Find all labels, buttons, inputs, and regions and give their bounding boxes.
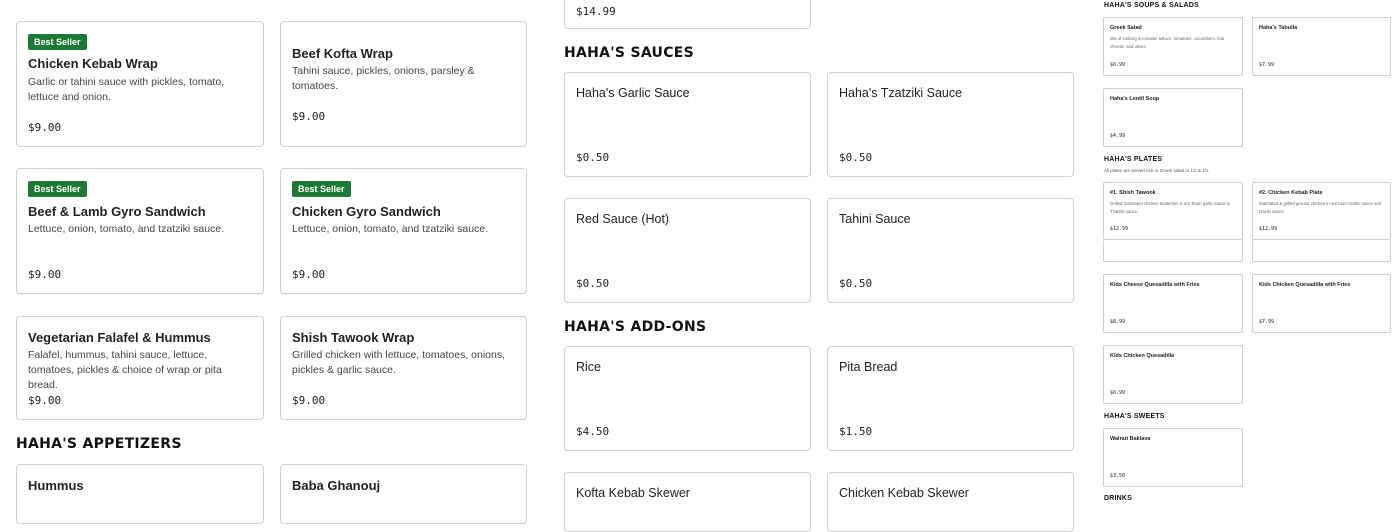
menu-item-card[interactable]: Kofta Kebab Skewer [564, 472, 811, 532]
menu-item-title: Tahini Sauce [839, 212, 911, 226]
menu-item-price: $4.99 [1110, 133, 1126, 139]
menu-item-card[interactable]: $14.99 [564, 0, 811, 29]
menu-item-title: #2. Chicken Kebab Plate [1259, 190, 1323, 196]
menu-item-card[interactable]: Haha's Tabulla $7.99 [1252, 17, 1391, 76]
menu-item-price: $3.50 [1110, 473, 1126, 479]
menu-item-description: Falafel, hummus, tahini sauce, lettuce, … [28, 349, 222, 391]
section-heading-appetizers: HAHA'S APPETIZERS [16, 436, 182, 452]
menu-item-card[interactable]: Pita Bread $1.50 [827, 346, 1074, 451]
best-seller-badge: Best Seller [292, 181, 351, 197]
menu-item-price: $12.99 [1110, 226, 1129, 232]
section-subheading-plates: All plates are served rice or Greek sala… [1104, 168, 1210, 173]
menu-item-price: $14.99 [576, 5, 616, 18]
menu-item-card[interactable]: Vegetarian Falafel & Hummus Falafel, hum… [16, 316, 264, 420]
menu-item-card[interactable]: Baba Ghanouj [280, 464, 527, 524]
menu-item-title: Rice [576, 360, 602, 374]
section-heading-plates: HAHA'S PLATES [1104, 156, 1163, 163]
menu-item-price: $7.99 [1259, 319, 1275, 325]
menu-item-price: $9.00 [292, 110, 326, 123]
menu-item-title: Vegetarian Falafel & Hummus [28, 330, 211, 345]
menu-item-title: Walnut Baklava [1110, 436, 1151, 442]
menu-item-title: Kofta Kebab Skewer [576, 486, 690, 500]
menu-item-price: $9.00 [28, 121, 62, 134]
menu-item-title: Pita Bread [839, 360, 898, 374]
menu-item-card[interactable]: Haha's Garlic Sauce $0.50 [564, 72, 811, 177]
section-heading-drinks: DRINKS [1104, 495, 1133, 502]
menu-item-card[interactable]: Tahini Sauce $0.50 [827, 198, 1074, 303]
menu-item-card[interactable]: Red Sauce (Hot) $0.50 [564, 198, 811, 303]
menu-item-card[interactable]: Beef Kofta Wrap Tahini sauce, pickles, o… [280, 21, 527, 147]
menu-item-title: Beef & Lamb Gyro Sandwich [28, 204, 206, 219]
menu-item-title: Beef Kofta Wrap [292, 46, 393, 61]
menu-item-description: Grilled marinated chicken tenderloin & o… [1110, 201, 1230, 214]
section-heading-sauces: HAHA'S SAUCES [564, 45, 695, 61]
menu-item-card[interactable]: Walnut Baklava $3.50 [1103, 428, 1243, 487]
menu-item-description: Lettuce, onion, tomato, and tzatziki sau… [28, 223, 225, 235]
menu-item-title: Haha's Tabulla [1259, 25, 1298, 31]
menu-item-title: Haha's Garlic Sauce [576, 86, 690, 100]
menu-item-price: $9.00 [28, 268, 62, 281]
menu-item-card[interactable]: Best Seller Beef & Lamb Gyro Sandwich Le… [16, 168, 264, 294]
menu-item-description: Lettuce, onion, tomato, and tzatziki sau… [292, 223, 489, 235]
menu-item-description: Grilled chicken with lettuce, tomatoes, … [292, 349, 506, 376]
menu-item-price: $9.00 [292, 268, 326, 281]
menu-item-price: $4.50 [576, 425, 610, 438]
menu-item-price: $0.50 [839, 277, 873, 290]
menu-item-card[interactable]: Haha's Lentil Soup $4.99 [1103, 88, 1243, 147]
best-seller-badge: Best Seller [28, 181, 87, 197]
menu-item-description: Tahini sauce, pickles, onions, parsley &… [292, 65, 475, 92]
menu-item-title: Haha's Lentil Soup [1110, 96, 1160, 102]
menu-item-price: $0.50 [839, 151, 873, 164]
menu-item-price: $0.50 [576, 277, 610, 290]
menu-item-title: Kids Chicken Quesadilla [1110, 353, 1175, 359]
section-heading-soups-salads: HAHA'S SOUPS & SALADS [1104, 2, 1199, 9]
menu-item-card[interactable]: Shish Tawook Wrap Grilled chicken with l… [280, 316, 527, 420]
menu-item-card[interactable]: #1. Shish Tawook Grilled marinated chick… [1103, 182, 1243, 240]
menu-item-price: $12.99 [1259, 226, 1278, 232]
menu-item-price: $7.99 [1259, 62, 1275, 68]
menu-item-title: Red Sauce (Hot) [576, 212, 670, 226]
menu-item-title: Hummus [28, 478, 84, 493]
menu-item-title: Greek Salad [1110, 25, 1142, 31]
menu-item-card[interactable]: #2. Chicken Kebab Plate Marinated & gril… [1252, 182, 1391, 240]
menu-item-card[interactable]: Haha's Tzatziki Sauce $0.50 [827, 72, 1074, 177]
menu-item-card[interactable] [1103, 240, 1243, 262]
menu-item-card[interactable] [1252, 240, 1391, 262]
menu-item-description: Mix of iceberg & romaine lettuce, tomato… [1110, 36, 1225, 49]
menu-item-card[interactable]: Kids Chicken Quesadilla with Fries $7.99 [1252, 274, 1391, 333]
menu-item-price: $0.50 [576, 151, 610, 164]
menu-item-price: $6.99 [1110, 390, 1126, 396]
menu-item-price: $6.99 [1110, 62, 1126, 68]
section-heading-sweets: HAHA'S SWEETS [1104, 413, 1165, 420]
best-seller-badge: Best Seller [28, 34, 87, 50]
menu-item-card[interactable]: Kids Chicken Quesadilla $6.99 [1103, 345, 1243, 404]
menu-item-title: Kids Cheese Quesadilla with Fries [1110, 282, 1200, 288]
menu-item-price: $9.00 [28, 394, 62, 407]
menu-item-title: Shish Tawook Wrap [292, 330, 415, 345]
menu-item-title: Haha's Tzatziki Sauce [839, 86, 963, 100]
menu-item-card[interactable]: Greek Salad Mix of iceberg & romaine let… [1103, 17, 1243, 76]
menu-item-description: Garlic or tahini sauce with pickles, tom… [28, 76, 225, 103]
menu-item-description: Marinated & grilled ground chicken in ou… [1259, 201, 1382, 214]
menu-item-title: Chicken Gyro Sandwich [292, 204, 441, 219]
section-heading-add-ons: HAHA'S ADD-ONS [564, 319, 707, 335]
menu-item-title: Chicken Kebab Wrap [28, 56, 158, 71]
menu-item-price: $1.50 [839, 425, 873, 438]
menu-item-title: #1. Shish Tawook [1110, 190, 1156, 196]
menu-item-title: Kids Chicken Quesadilla with Fries [1259, 282, 1351, 288]
menu-item-card[interactable]: Hummus [16, 464, 264, 524]
menu-item-price: $9.00 [292, 394, 326, 407]
menu-item-card[interactable]: Kids Cheese Quesadilla with Fries $6.99 [1103, 274, 1243, 333]
menu-item-price: $6.99 [1110, 319, 1126, 325]
menu-item-title: Baba Ghanouj [292, 478, 381, 493]
menu-item-title: Chicken Kebab Skewer [839, 486, 969, 500]
menu-item-card[interactable]: Best Seller Chicken Gyro Sandwich Lettuc… [280, 168, 527, 294]
menu-item-card[interactable]: Best Seller Chicken Kebab Wrap Garlic or… [16, 21, 264, 147]
menu-item-card[interactable]: Chicken Kebab Skewer [827, 472, 1074, 532]
menu-item-card[interactable]: Rice $4.50 [564, 346, 811, 451]
